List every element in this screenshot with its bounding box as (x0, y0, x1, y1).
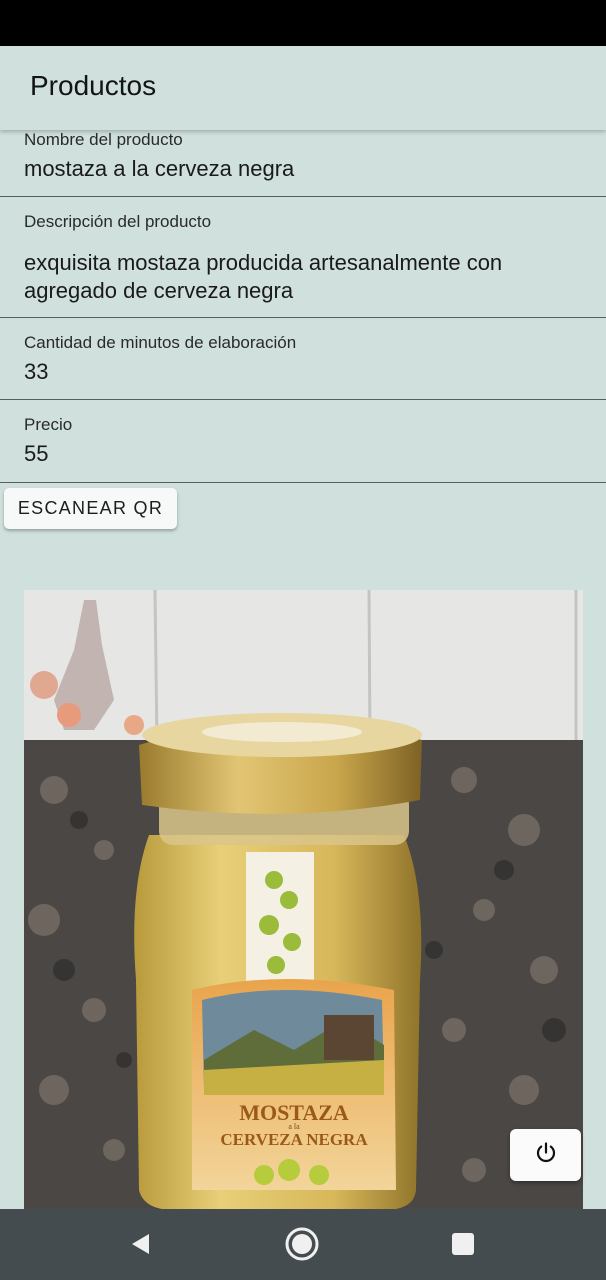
app-bar: Productos (0, 46, 606, 130)
nav-home-button[interactable] (285, 1227, 319, 1266)
product-name-value: mostaza a la cerveza negra (24, 156, 295, 181)
product-description-field[interactable]: Descripción del producto exquisita mosta… (0, 197, 606, 318)
product-name-label: Nombre del producto (24, 130, 183, 149)
power-icon (534, 1141, 558, 1170)
scan-qr-button[interactable]: ESCANEAR QR (4, 488, 177, 529)
product-photo: MOSTAZA a la CERVEZA NEGRA (24, 590, 583, 1210)
product-description-value: exquisita mostaza producida artesanalmen… (24, 250, 503, 303)
price-field[interactable]: Precio 55 (0, 400, 606, 483)
price-value: 55 (24, 441, 49, 466)
status-bar (0, 0, 606, 46)
product-description-label: Descripción del producto (24, 212, 212, 231)
home-circle-icon (285, 1227, 319, 1266)
price-label: Precio (24, 415, 73, 434)
power-button[interactable] (510, 1129, 581, 1181)
recents-square-icon (451, 1232, 475, 1261)
elaboration-minutes-value: 33 (24, 359, 49, 384)
elaboration-minutes-label: Cantidad de minutos de elaboración (24, 333, 297, 352)
product-name-field[interactable]: Nombre del producto mostaza a la cerveza… (0, 130, 606, 197)
page-title: Productos (30, 70, 157, 101)
nav-recents-button[interactable] (446, 1229, 480, 1263)
elaboration-minutes-field[interactable]: Cantidad de minutos de elaboración 33 (0, 318, 606, 400)
nav-back-button[interactable] (124, 1229, 158, 1263)
system-navigation-bar (0, 1209, 606, 1280)
back-triangle-icon (129, 1232, 153, 1261)
jar-label-line2: CERVEZA NEGRA (220, 1130, 368, 1149)
